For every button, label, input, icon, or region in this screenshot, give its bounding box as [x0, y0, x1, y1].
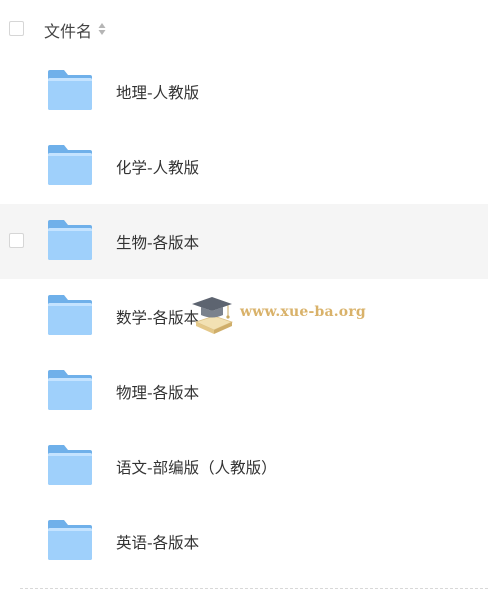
- folder-icon: [48, 520, 92, 560]
- file-row[interactable]: 地理-人教版: [0, 54, 488, 129]
- graduation-cap-icon: [192, 297, 234, 334]
- file-name[interactable]: 物理-各版本: [116, 381, 199, 403]
- file-row[interactable]: 语文-部编版（人教版）: [0, 429, 488, 504]
- folder-icon: [48, 70, 92, 110]
- watermark: www.xue-ba.org: [188, 292, 366, 342]
- folder-icon: [48, 295, 92, 335]
- row-checkbox[interactable]: [9, 233, 24, 248]
- file-name[interactable]: 地理-人教版: [116, 81, 199, 103]
- folder-icon: [48, 445, 92, 485]
- watermark-text: www.xue-ba.org: [240, 304, 366, 320]
- file-list-header: 文件名: [0, 0, 488, 58]
- file-name[interactable]: 英语-各版本: [116, 531, 199, 553]
- folder-icon: [48, 220, 92, 260]
- file-row-selected[interactable]: 生物-各版本: [0, 204, 488, 279]
- filename-column-header[interactable]: 文件名: [44, 18, 92, 42]
- select-all-checkbox[interactable]: [9, 21, 24, 36]
- list-divider: [20, 588, 488, 589]
- file-name[interactable]: 语文-部编版（人教版）: [116, 456, 277, 478]
- file-row[interactable]: 化学-人教版: [0, 129, 488, 204]
- file-row[interactable]: 英语-各版本: [0, 504, 488, 579]
- sort-icon[interactable]: [98, 22, 106, 36]
- file-name[interactable]: 数学-各版本: [116, 306, 199, 328]
- file-row[interactable]: 物理-各版本: [0, 354, 488, 429]
- folder-icon: [48, 370, 92, 410]
- folder-icon: [48, 145, 92, 185]
- file-name[interactable]: 生物-各版本: [116, 231, 199, 253]
- file-name[interactable]: 化学-人教版: [116, 156, 199, 178]
